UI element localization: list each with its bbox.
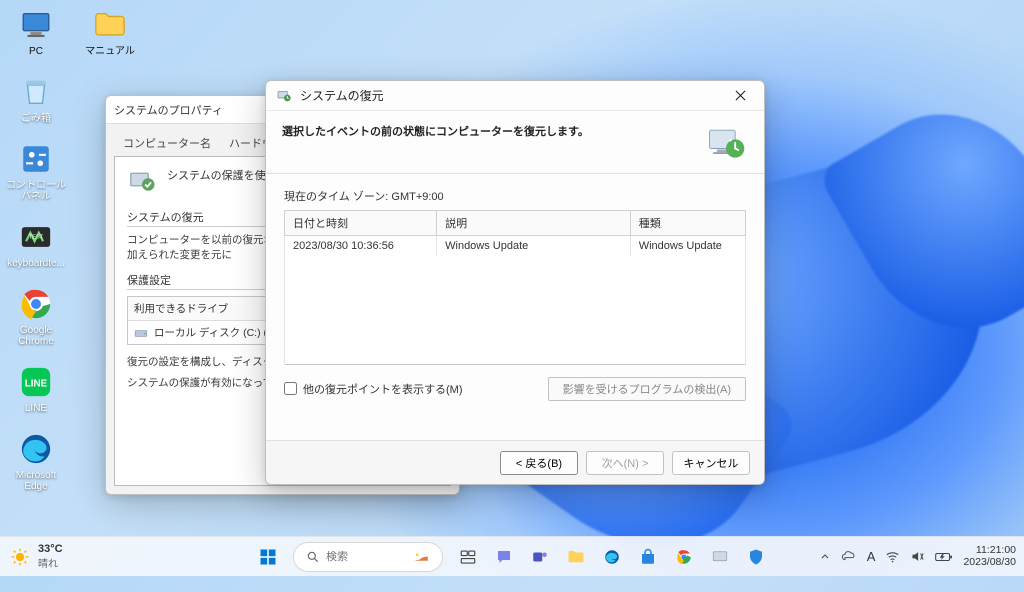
cell-type: Windows Update xyxy=(630,236,745,257)
wifi-icon[interactable] xyxy=(885,549,900,564)
restore-hero-icon xyxy=(704,121,748,165)
table-row[interactable]: 2023/08/30 10:36:56 Windows Update Windo… xyxy=(285,236,746,257)
taskbar-app-explorer[interactable] xyxy=(561,542,591,572)
close-button[interactable] xyxy=(722,85,758,107)
recycle-bin-icon xyxy=(17,73,55,111)
taskbar-clock[interactable]: 11:21:00 2023/08/30 xyxy=(963,545,1016,568)
desktop-icon-label: ごみ箱 xyxy=(21,113,51,124)
cancel-button[interactable]: キャンセル xyxy=(672,451,750,475)
window-title: システムのプロパティ xyxy=(114,102,223,118)
sun-icon xyxy=(10,547,30,567)
restore-point-icon xyxy=(276,88,292,104)
taskbar-weather[interactable]: 33°C 晴れ xyxy=(10,543,63,570)
system-restore-window[interactable]: システムの復元 選択したイベントの前の状態にコンピューターを復元します。 現在の… xyxy=(265,80,765,485)
window-title: システムの復元 xyxy=(300,87,384,104)
control-panel-icon xyxy=(17,140,55,178)
tab-computer-name[interactable]: コンピューター名 xyxy=(114,130,220,156)
chat-button[interactable] xyxy=(489,542,519,572)
search-input[interactable] xyxy=(326,551,406,563)
disk-icon xyxy=(134,326,148,340)
start-button[interactable] xyxy=(253,542,283,572)
back-button[interactable]: < 戻る(B) xyxy=(500,451,578,475)
taskbar-app-security[interactable] xyxy=(741,542,771,572)
battery-icon[interactable] xyxy=(935,551,953,563)
column-type[interactable]: 種類 xyxy=(630,211,745,236)
desktop-icon-manual[interactable]: マニュアル xyxy=(80,6,140,57)
cell-datetime: 2023/08/30 10:36:56 xyxy=(285,236,437,257)
show-more-checkbox-input[interactable] xyxy=(284,382,297,395)
desktop-icon-label: Google Chrome xyxy=(6,325,66,347)
cell-description: Windows Update xyxy=(437,236,631,257)
taskbar[interactable]: 33°C 晴れ A 11:21:00 2023/08/30 xyxy=(0,536,1024,576)
desktop-icon-label: keyboardte... xyxy=(7,258,65,269)
edge-icon xyxy=(17,430,55,468)
weather-cond: 晴れ xyxy=(38,555,63,570)
taskbar-app-teams[interactable] xyxy=(525,542,555,572)
taskbar-app-edge[interactable] xyxy=(597,542,627,572)
scan-programs-button[interactable]: 影響を受けるプログラムの検出(A) xyxy=(548,377,746,401)
restore-points-table[interactable]: 日付と時刻 説明 種類 2023/08/30 10:36:56 Windows … xyxy=(284,210,746,365)
show-more-checkbox[interactable]: 他の復元ポイントを表示する(M) xyxy=(284,381,463,397)
desktop-icon-line[interactable]: LINE LINE xyxy=(6,363,66,414)
volume-icon[interactable] xyxy=(910,549,925,564)
tray-overflow-icon[interactable] xyxy=(819,551,831,563)
app-icon: TEST xyxy=(17,218,55,256)
taskbar-search[interactable] xyxy=(293,542,443,572)
desktop-icon-pc[interactable]: PC xyxy=(6,6,66,57)
svg-text:LINE: LINE xyxy=(25,378,48,389)
ime-indicator[interactable]: A xyxy=(867,549,876,564)
desktop-icon-recycle[interactable]: ごみ箱 xyxy=(6,73,66,124)
task-view-button[interactable] xyxy=(453,542,483,572)
next-button[interactable]: 次へ(N) > xyxy=(586,451,664,475)
folder-icon xyxy=(91,6,129,44)
column-datetime[interactable]: 日付と時刻 xyxy=(285,211,437,236)
desktop-icon-label: マニュアル xyxy=(85,46,135,57)
desktop-icon-edge[interactable]: Microsoft Edge xyxy=(6,430,66,492)
show-more-label: 他の復元ポイントを表示する(M) xyxy=(303,381,463,397)
onedrive-icon[interactable] xyxy=(841,549,857,565)
headline-text: 選択したイベントの前の状態にコンピューターを復元します。 xyxy=(282,121,692,139)
desktop-icon-label: PC xyxy=(29,46,43,57)
desktop-icon-control-panel[interactable]: コントロール パネル xyxy=(6,140,66,202)
pc-icon xyxy=(17,6,55,44)
timezone-label: 現在のタイム ゾーン: GMT+9:00 xyxy=(284,188,746,204)
column-description[interactable]: 説明 xyxy=(437,211,631,236)
chrome-icon xyxy=(17,285,55,323)
system-tray[interactable]: A 11:21:00 2023/08/30 xyxy=(819,545,1016,568)
clock-time: 11:21:00 xyxy=(963,545,1016,557)
search-icon xyxy=(306,550,320,564)
desktop-icon-label: コントロール パネル xyxy=(6,180,66,202)
svg-text:TEST: TEST xyxy=(29,234,44,240)
shield-icon xyxy=(127,167,157,197)
search-accent-icon xyxy=(412,548,430,566)
desktop-icon-label: Microsoft Edge xyxy=(6,470,66,492)
desktop-icon-keyboardtest[interactable]: TEST keyboardte... xyxy=(6,218,66,269)
line-icon: LINE xyxy=(17,363,55,401)
desktop-icon-chrome[interactable]: Google Chrome xyxy=(6,285,66,347)
clock-date: 2023/08/30 xyxy=(963,557,1016,569)
weather-temp: 33°C xyxy=(38,543,63,555)
taskbar-app-chrome[interactable] xyxy=(669,542,699,572)
taskbar-app-store[interactable] xyxy=(633,542,663,572)
taskbar-app-sysprops[interactable] xyxy=(705,542,735,572)
desktop-icon-label: LINE xyxy=(25,403,47,414)
